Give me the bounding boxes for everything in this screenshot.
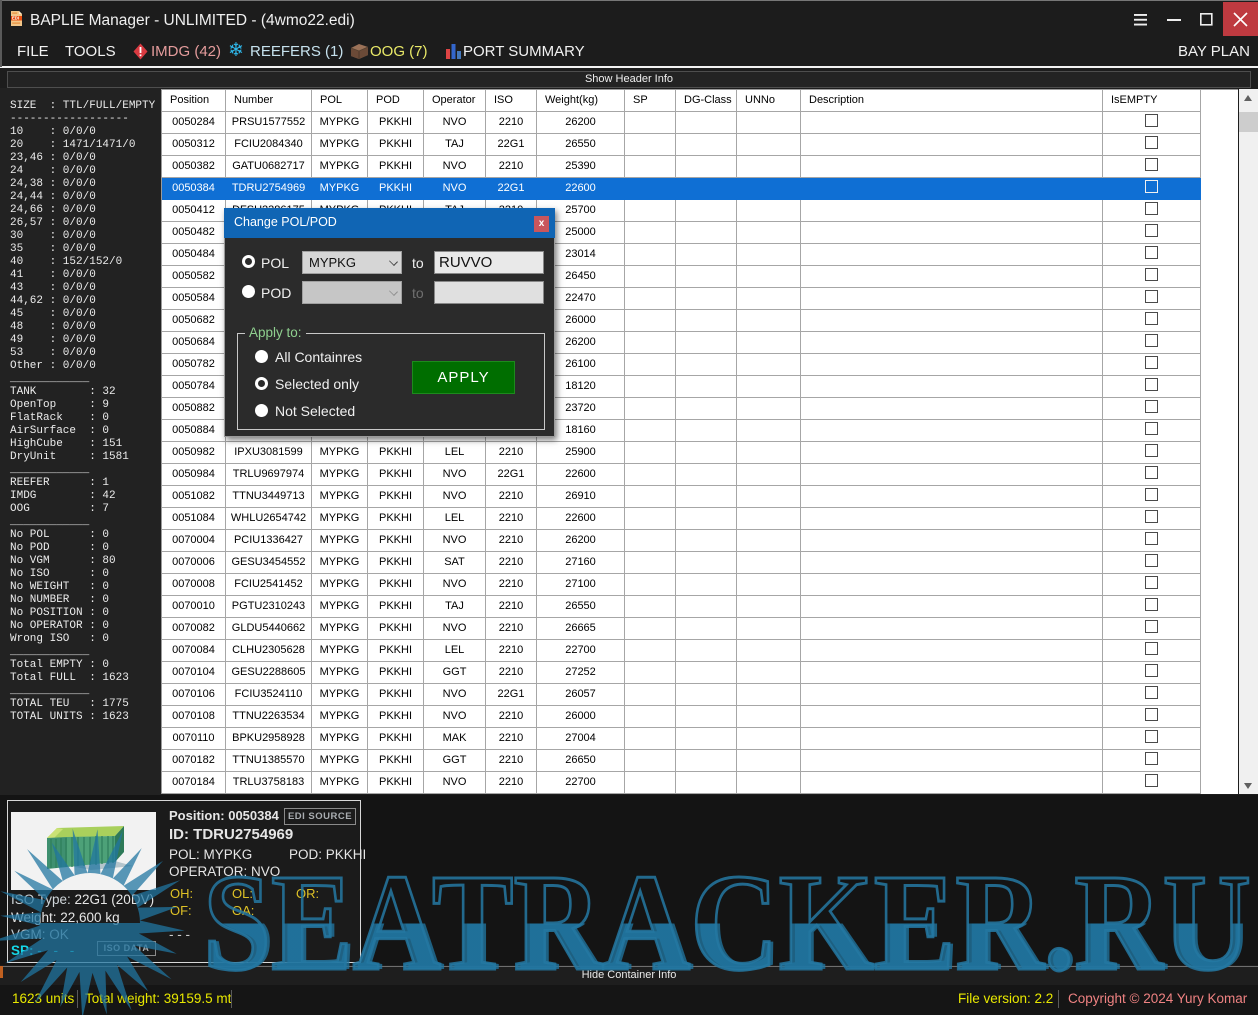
svg-text:EDI: EDI — [12, 16, 19, 21]
